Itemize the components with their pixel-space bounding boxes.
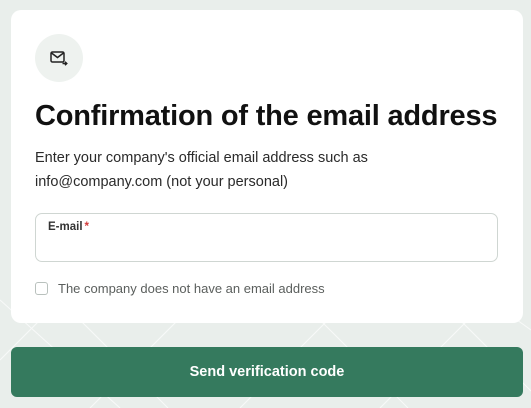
no-email-checkbox[interactable] <box>35 282 48 295</box>
confirmation-card: Confirmation of the email address Enter … <box>11 10 523 323</box>
email-field[interactable]: E-mail * <box>35 213 498 262</box>
no-email-checkbox-label[interactable]: The company does not have an email addre… <box>58 281 325 296</box>
email-input[interactable] <box>47 238 487 256</box>
no-email-checkbox-row[interactable]: The company does not have an email addre… <box>35 281 325 296</box>
email-send-icon <box>35 34 83 82</box>
send-verification-code-button[interactable]: Send verification code <box>11 347 523 397</box>
email-field-label: E-mail * <box>48 221 89 233</box>
required-marker: * <box>84 221 89 233</box>
page-title: Confirmation of the email address <box>35 100 498 132</box>
description-text: Enter your company's official email addr… <box>35 150 368 190</box>
